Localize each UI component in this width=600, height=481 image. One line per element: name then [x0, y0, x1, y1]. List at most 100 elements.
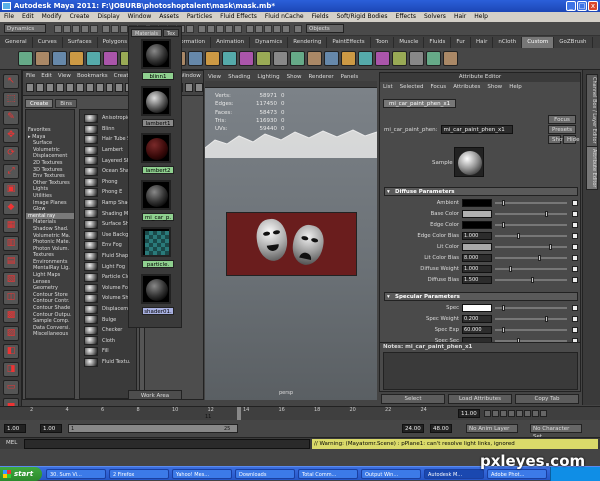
map-texture-icon[interactable] [572, 233, 578, 239]
work-area-tab[interactable]: Work Area [128, 390, 182, 400]
anim-layer-dropdown[interactable]: No Anim Layer [466, 424, 518, 433]
status-tool-icon[interactable] [225, 24, 233, 33]
status-tool-icon[interactable] [273, 24, 281, 33]
attr-slider[interactable] [495, 233, 567, 239]
map-texture-icon[interactable] [572, 327, 578, 333]
maximize-button[interactable]: □ [577, 1, 587, 11]
attr-value-field[interactable]: 60.000 [462, 326, 492, 334]
tree-item-contour-contr[interactable]: Contour Contr. [26, 298, 74, 305]
shelf-tool-icon[interactable] [392, 51, 407, 66]
viewport-menu-lighting[interactable]: Lighting [257, 74, 279, 80]
material-swatch-mi-car-p[interactable] [141, 180, 171, 210]
soft-mod-icon[interactable]: ◆ [3, 200, 19, 215]
step-back-key-icon[interactable] [492, 410, 499, 417]
tree-item-lights[interactable]: Lights [26, 186, 74, 193]
attr-value-field[interactable]: 1.000 [462, 232, 492, 240]
shelf-tool-icon[interactable] [256, 51, 271, 66]
status-tool-icon[interactable] [234, 24, 242, 33]
shelf-tab-rendering[interactable]: Rendering [288, 36, 328, 48]
shelf-tab-surfaces[interactable]: Surfaces [63, 36, 98, 48]
shelf-tool-icon[interactable] [324, 51, 339, 66]
tree-item-volumetric[interactable]: Volumetric [26, 147, 74, 154]
shelf-tool-icon[interactable] [239, 51, 254, 66]
menu-particles[interactable]: Particles [183, 12, 216, 22]
tree-item-miscellaneous[interactable]: Miscellaneous [26, 331, 74, 338]
material-swatch-blinn1[interactable] [141, 39, 171, 69]
attr-slider[interactable] [495, 200, 567, 206]
menu-soft-rigid-bodies[interactable]: Soft/Rigid Bodies [333, 12, 392, 22]
menu-solvers[interactable]: Solvers [420, 12, 450, 22]
status-tool-icon[interactable] [198, 24, 206, 33]
tree-item-contour-shade[interactable]: Contour Shade [26, 305, 74, 312]
attr-color-swatch[interactable] [462, 221, 492, 229]
shelf-tab-custom[interactable]: Custom [522, 36, 555, 48]
layout-icon[interactable]: ▭ [3, 380, 19, 395]
shelf-tool-icon[interactable] [443, 51, 458, 66]
map-texture-icon[interactable] [572, 222, 578, 228]
shelf-tool-icon[interactable] [341, 51, 356, 66]
layout-icon[interactable]: ◨ [3, 362, 19, 377]
attr-menu-help[interactable]: Help [509, 84, 522, 90]
tab-create[interactable]: Create [25, 99, 54, 108]
attr-menu-list[interactable]: List [383, 84, 393, 90]
hypershade-toolbar-icon[interactable] [85, 83, 94, 92]
tree-item-volumetric-ma[interactable]: Volumetric Ma. [26, 233, 74, 240]
step-forward-icon[interactable] [524, 410, 531, 417]
button-copy-tab[interactable]: Copy Tab [515, 394, 579, 404]
shelf-tool-icon[interactable] [35, 51, 50, 66]
play-forward-icon[interactable] [516, 410, 523, 417]
paint-select-icon[interactable]: ✎ [3, 110, 19, 125]
hypershade-toolbar-icon[interactable] [65, 83, 74, 92]
taskbar-item-output-win[interactable]: Output Win... [361, 469, 421, 479]
map-texture-icon[interactable] [572, 244, 578, 250]
current-time-field[interactable]: 11.00 [458, 409, 480, 418]
attr-value-field[interactable]: 8.000 [462, 254, 492, 262]
status-tool-icon[interactable] [111, 24, 119, 33]
select-tool-icon[interactable]: ↖ [3, 74, 19, 89]
presets-button[interactable]: Presets [548, 125, 576, 134]
tree-item-glow[interactable]: Glow [26, 206, 74, 213]
tree-item-photonic-mate[interactable]: Photonic Mate. [26, 239, 74, 246]
attribute-editor-tab[interactable]: Attribute Editor [586, 146, 598, 191]
tree-item-favorites[interactable]: Favorites [26, 127, 74, 134]
attr-slider-knob[interactable] [502, 305, 506, 311]
attr-slider-knob[interactable] [516, 233, 520, 239]
attr-slider[interactable] [495, 222, 567, 228]
tree-item-utilities[interactable]: Utilities [26, 193, 74, 200]
attr-slider-knob[interactable] [538, 255, 542, 261]
taskbar-item-2-firefox[interactable]: 2 Firefox [109, 469, 169, 479]
attr-value-field[interactable]: 1.000 [462, 265, 492, 273]
attr-slider-knob[interactable] [502, 327, 506, 333]
notes-textarea[interactable] [383, 352, 578, 390]
menu-effects[interactable]: Effects [392, 12, 420, 22]
tree-item-mentalray-lig[interactable]: MentalRay Lig. [26, 265, 74, 272]
show-button[interactable]: Show [548, 135, 567, 144]
map-texture-icon[interactable] [572, 266, 578, 272]
tree-item-photon-volum[interactable]: Photon Volum. [26, 246, 74, 253]
lasso-tool-icon[interactable]: ⬚ [3, 92, 19, 107]
scale-tool-icon[interactable]: ⤢ [3, 164, 19, 179]
playhead[interactable] [237, 407, 241, 421]
shelf-tool-icon[interactable] [69, 51, 84, 66]
go-to-start-icon[interactable] [484, 410, 491, 417]
map-texture-icon[interactable] [572, 211, 578, 217]
attr-color-swatch[interactable] [462, 304, 492, 312]
shelf-tool-icon[interactable] [222, 51, 237, 66]
attr-slider-knob[interactable] [549, 244, 552, 250]
shelf-tool-icon[interactable] [18, 51, 33, 66]
tree-item-env-textures[interactable]: Env Textures [26, 173, 74, 180]
layout-icon[interactable]: ▨ [3, 326, 19, 341]
status-tool-icon[interactable] [255, 24, 263, 33]
step-back-icon[interactable] [500, 410, 507, 417]
hypershade-toolbar-icon[interactable] [75, 83, 84, 92]
viewport-menu-panels[interactable]: Panels [341, 74, 359, 80]
attr-slider-knob[interactable] [531, 277, 534, 283]
shelf-tool-icon[interactable] [307, 51, 322, 66]
shelf-tab-fluids[interactable]: Fluids [424, 36, 452, 48]
shelf-tab-animation[interactable]: Animation [211, 36, 251, 48]
attr-value-field[interactable]: 0.200 [462, 315, 492, 323]
tree-item-environments[interactable]: Environments [26, 259, 74, 266]
shelf-tab-painteffects[interactable]: PaintEffects [327, 36, 371, 48]
hypershade-menu-edit[interactable]: Edit [41, 73, 52, 79]
attr-slider-knob[interactable] [545, 316, 549, 322]
